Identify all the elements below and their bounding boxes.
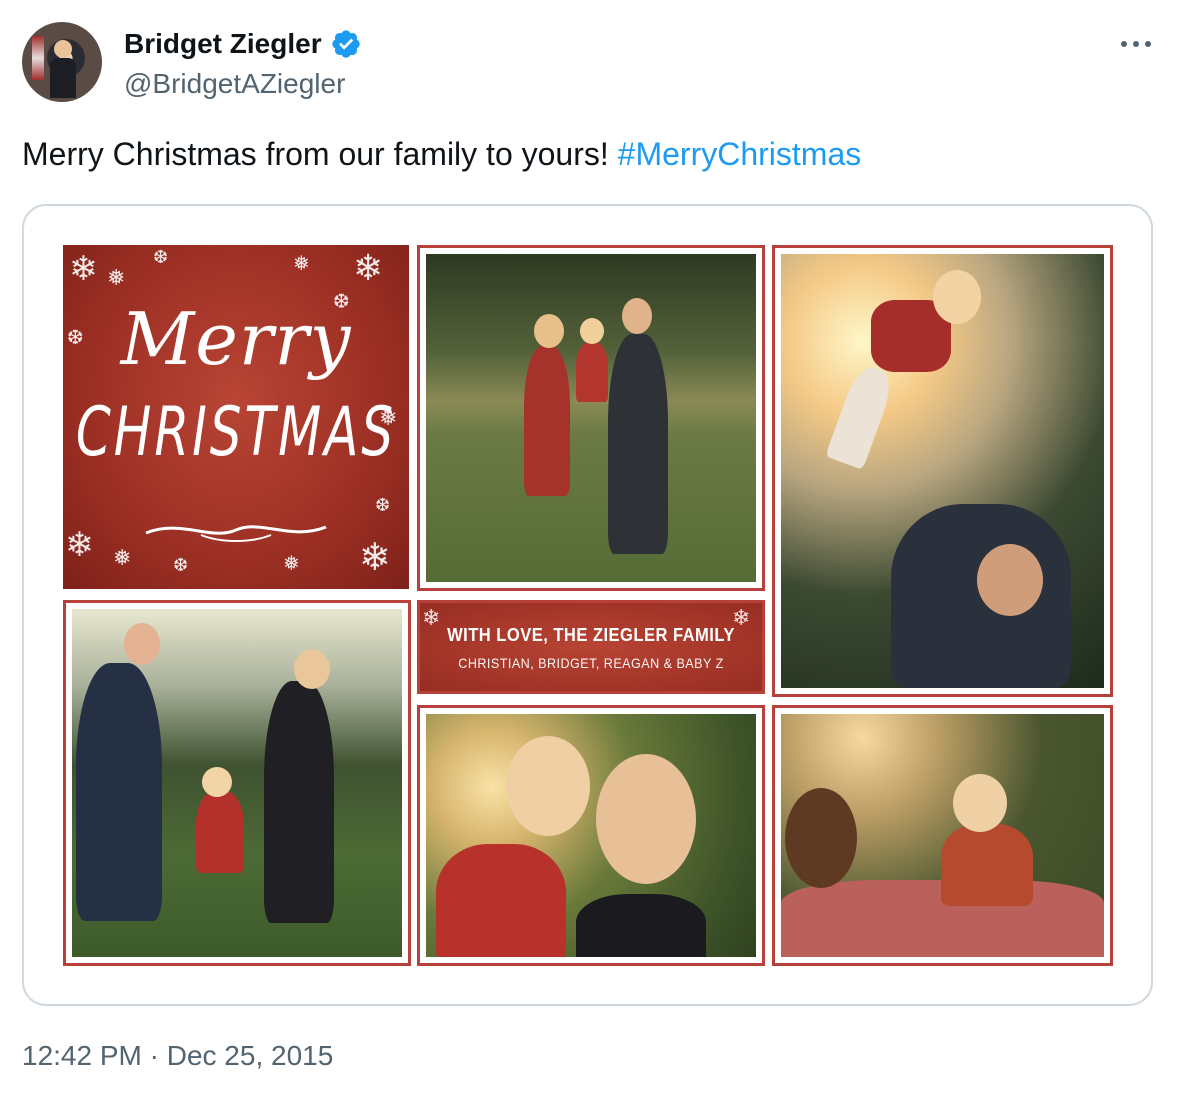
photo-frame xyxy=(417,705,765,966)
tweet: Bridget Ziegler @BridgetAZiegler Merry C… xyxy=(0,0,1182,1102)
snowflake-icon: ❆ xyxy=(173,555,189,575)
family-banner: ❄ ❄ WITH LOVE, THE ZIEGLER FAMILY CHRIST… xyxy=(417,600,765,694)
family-walk-photo xyxy=(72,609,402,957)
photo-frame xyxy=(417,245,765,591)
snowflake-icon: ❄ xyxy=(65,526,94,564)
snowflake-icon: ❅ xyxy=(107,265,126,290)
snowflake-icon: ❅ xyxy=(113,545,132,570)
snowflake-icon: ❆ xyxy=(375,495,391,515)
snowflake-icon: ❅ xyxy=(293,253,310,275)
tweet-text: Merry Christmas from our family to yours… xyxy=(22,136,861,173)
display-name[interactable]: Bridget Ziegler xyxy=(124,28,322,60)
tweet-body: Merry Christmas from our family to yours… xyxy=(22,136,618,172)
merry-christmas-tile: ❄ ❅ ❆ ❅ ❄ ❆ ❆ ❅ ❄ ❅ ❆ ❅ ❄ ❆ Merry CHRIST… xyxy=(63,245,409,589)
photo-frame xyxy=(772,705,1113,966)
mother-daughter-photo xyxy=(426,714,756,957)
father-daughter-photo xyxy=(781,254,1104,688)
snowflake-icon: ❆ xyxy=(153,247,169,267)
swash-ornament xyxy=(145,525,327,542)
girl-on-blanket-photo xyxy=(781,714,1104,957)
snowflake-icon: ❄ xyxy=(69,250,98,288)
snowflake-icon: ❄ xyxy=(359,537,391,579)
snowflake-icon: ❄ xyxy=(353,247,384,288)
tweet-timestamp[interactable]: 12:42 PM · Dec 25, 2015 xyxy=(22,1040,333,1072)
author-name-row: Bridget Ziegler xyxy=(124,26,362,62)
photo-frame xyxy=(772,245,1113,697)
family-photo xyxy=(426,254,756,582)
greeting-script: Merry xyxy=(120,297,352,381)
snowflake-icon: ❅ xyxy=(283,553,300,575)
more-options-icon[interactable] xyxy=(1116,34,1156,54)
hashtag-link[interactable]: #MerryChristmas xyxy=(618,136,862,172)
handle[interactable]: @BridgetAZiegler xyxy=(124,68,345,100)
avatar[interactable] xyxy=(22,22,102,102)
banner-names: CHRISTIAN, BRIDGET, REAGAN & BABY Z xyxy=(458,655,724,671)
banner-title: WITH LOVE, THE ZIEGLER FAMILY xyxy=(447,625,735,645)
greeting-caps: CHRISTMAS xyxy=(75,392,397,472)
verified-badge-icon xyxy=(331,30,360,58)
tweet-media[interactable]: ❄ ❅ ❆ ❅ ❄ ❆ ❆ ❅ ❄ ❅ ❆ ❅ ❄ ❆ Merry CHRIST… xyxy=(22,204,1153,1006)
photo-frame xyxy=(63,600,411,966)
